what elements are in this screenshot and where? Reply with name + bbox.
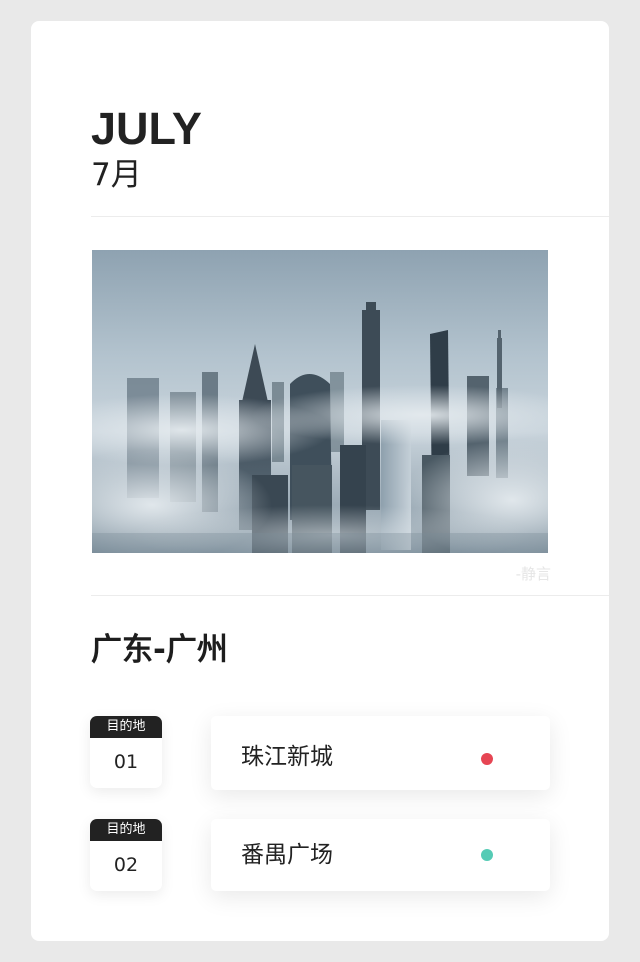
city-title: 广东-广州 xyxy=(91,632,228,668)
badge-label: 目的地 xyxy=(90,716,162,738)
divider xyxy=(91,595,609,596)
divider xyxy=(91,216,609,217)
destination-badge: 目的地 01 xyxy=(90,716,162,788)
destination-item[interactable]: 番禺广场 xyxy=(211,819,550,891)
month-english: JULY xyxy=(91,103,202,154)
destination-name: 番禺广场 xyxy=(241,842,333,868)
badge-number: 01 xyxy=(113,751,139,773)
badge-label: 目的地 xyxy=(90,819,162,841)
destination-item[interactable]: 珠江新城 xyxy=(211,716,550,790)
badge-number: 02 xyxy=(113,854,139,876)
photo-credit: -静言 xyxy=(515,565,551,583)
status-dot-teal xyxy=(481,849,493,861)
calendar-card: JULY 7月 -静言 广东-广州 目的地 01 珠江新城 目的地 02 番禺广… xyxy=(31,21,609,941)
destination-badge: 目的地 02 xyxy=(90,819,162,891)
city-skyline-photo xyxy=(92,250,548,553)
status-dot-red xyxy=(481,753,493,765)
destination-name: 珠江新城 xyxy=(241,744,333,770)
month-chinese: 7月 xyxy=(91,157,142,193)
